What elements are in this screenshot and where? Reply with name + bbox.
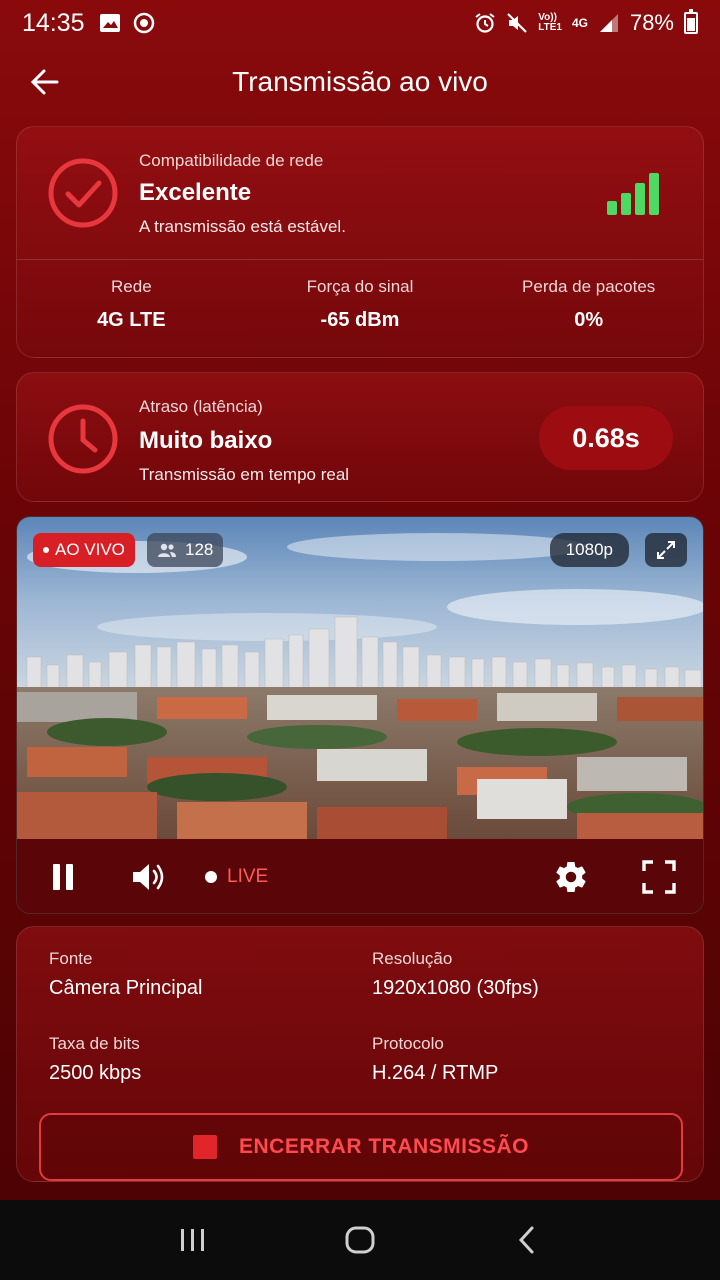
end-stream-button[interactable]: ENCERRAR TRANSMISSÃO: [39, 1113, 683, 1181]
info-source: Fonte Câmera Principal: [49, 949, 203, 999]
live-dot-icon: [43, 547, 49, 553]
users-icon: [158, 543, 176, 557]
status-time: 14:35: [22, 8, 85, 37]
app-notification-icon: [133, 12, 154, 34]
signal-strength-icon: [607, 173, 663, 215]
fullscreen-icon: [642, 860, 676, 894]
home-button[interactable]: [330, 1210, 390, 1270]
info-bitrate: Taxa de bits 2500 kbps: [49, 1034, 142, 1084]
info-protocol: Protocolo H.264 / RTMP: [372, 1034, 499, 1084]
latency-card: Atraso (latência) Muito baixo Transmissã…: [16, 372, 704, 502]
settings-button[interactable]: [551, 857, 591, 897]
status-bar: 14:35 Vo)) LTE1 4G 78%: [0, 0, 720, 46]
network-gen: 4G: [571, 16, 588, 30]
info-resolution: Resolução 1920x1080 (30fps): [372, 949, 539, 999]
live-indicator: LIVE: [205, 866, 268, 888]
network-compat-card: Compatibilidade de rede Excelente A tran…: [16, 126, 704, 358]
back-button[interactable]: [24, 62, 64, 102]
recent-apps-button[interactable]: [163, 1210, 223, 1270]
live-badge: AO VIVO: [33, 533, 135, 567]
network-stats: Rede 4G LTE Força do sinal -65 dBm Perda…: [17, 277, 703, 332]
viewers-badge: 128: [147, 533, 224, 567]
volte-indicator: Vo)) LTE1: [538, 12, 562, 33]
cell-signal-icon: [599, 14, 618, 32]
stop-icon: [192, 1135, 217, 1159]
pause-button[interactable]: [43, 857, 83, 897]
home-icon: [345, 1226, 375, 1254]
pause-icon: [53, 864, 73, 890]
alarm-icon: [475, 13, 495, 33]
latency-time-badge: 0.68s: [539, 406, 673, 470]
compat-desc: A transmissão está estável.: [139, 217, 346, 236]
compat-label: Compatibilidade de rede: [139, 151, 324, 170]
latency-value: Muito baixo: [139, 427, 273, 454]
back-arrow-icon: [30, 69, 59, 95]
volume-icon: [133, 864, 164, 890]
player-controls: LIVE: [17, 839, 703, 913]
volume-button[interactable]: [129, 857, 169, 897]
expand-icon: [657, 541, 675, 559]
battery-icon: [684, 9, 698, 34]
gear-icon: [556, 862, 586, 893]
stat-network: Rede 4G LTE: [97, 277, 166, 331]
stat-packet-loss: Perda de pacotes 0%: [522, 277, 656, 331]
check-circle-icon: [48, 158, 118, 228]
latency-label: Atraso (latência): [139, 397, 263, 416]
chevron-left-icon: [518, 1226, 534, 1254]
resolution-badge[interactable]: 1080p: [549, 533, 629, 567]
video-player[interactable]: AO VIVO 128 1080p LIVE: [16, 516, 704, 914]
stream-info-card: Fonte Câmera Principal Resolução 1920x10…: [16, 926, 704, 1182]
page-title: Transmissão ao vivo: [232, 66, 488, 97]
latency-desc: Transmissão em tempo real: [139, 465, 350, 484]
battery-percent: 78%: [629, 10, 674, 35]
expand-button[interactable]: [645, 533, 687, 567]
gallery-icon: [99, 14, 120, 32]
stat-signal-strength: Força do sinal -65 dBm: [306, 277, 414, 331]
system-nav-bar: [0, 1200, 720, 1280]
clock-icon: [48, 404, 118, 474]
system-back-button[interactable]: [497, 1210, 557, 1270]
recent-apps-icon: [181, 1229, 205, 1251]
end-stream-label: ENCERRAR TRANSMISSÃO: [238, 1135, 529, 1158]
live-dot-icon: [205, 871, 217, 883]
divider: [17, 259, 703, 260]
fullscreen-button[interactable]: [639, 857, 679, 897]
compat-value: Excelente: [139, 179, 252, 206]
mute-icon: [507, 13, 527, 33]
app-header: Transmissão ao vivo: [0, 52, 720, 112]
